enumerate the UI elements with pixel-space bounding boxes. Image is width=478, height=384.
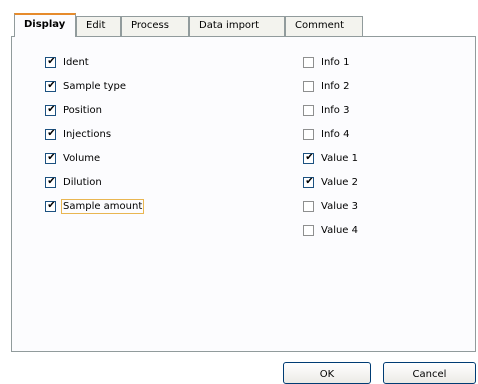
option-position[interactable]: ✔ Position: [45, 103, 104, 117]
display-tab-panel: ✔ Ident ✔ Sample type ✔ Position ✔ Injec…: [11, 36, 476, 352]
value-4-checkbox[interactable]: [303, 224, 314, 236]
option-info-2[interactable]: Info 2: [303, 79, 351, 93]
check-mark-icon: ✔: [305, 175, 314, 187]
sample-type-label: Sample type: [63, 80, 127, 92]
value-1-label: Value 1: [321, 152, 359, 164]
option-info-4[interactable]: Info 4: [303, 127, 351, 141]
value-2-label: Value 2: [321, 176, 359, 188]
info-3-label: Info 3: [321, 104, 350, 116]
tab-process[interactable]: Process: [121, 16, 189, 36]
sample-amount-label: Sample amount: [61, 198, 145, 214]
dilution-label: Dilution: [63, 176, 102, 188]
info-4-label: Info 4: [321, 128, 350, 140]
option-sample-type[interactable]: ✔ Sample type: [45, 79, 128, 93]
option-value-4[interactable]: Value 4: [303, 223, 360, 237]
option-dilution[interactable]: ✔ Dilution: [45, 175, 104, 189]
value-2-checkbox[interactable]: ✔: [303, 175, 314, 188]
value-3-label: Value 3: [321, 200, 359, 212]
sample-type-checkbox[interactable]: ✔: [45, 79, 56, 92]
tab-edit[interactable]: Edit: [76, 16, 121, 36]
volume-checkbox[interactable]: ✔: [45, 151, 56, 164]
check-mark-icon: ✔: [47, 175, 56, 187]
check-mark-icon: ✔: [47, 151, 56, 163]
info-1-label: Info 1: [321, 56, 350, 68]
check-mark-icon: ✔: [47, 55, 56, 67]
info-1-checkbox[interactable]: [303, 56, 314, 68]
option-info-3[interactable]: Info 3: [303, 103, 351, 117]
option-info-1[interactable]: Info 1: [303, 55, 351, 69]
info-2-label: Info 2: [321, 80, 350, 92]
check-mark-icon: ✔: [47, 79, 56, 91]
check-mark-icon: ✔: [47, 103, 56, 115]
info-3-checkbox[interactable]: [303, 104, 314, 116]
option-sample-amount[interactable]: ✔ Sample amount: [45, 198, 145, 214]
tab-display[interactable]: Display: [14, 13, 76, 37]
ok-button[interactable]: OK: [283, 362, 371, 384]
option-value-1[interactable]: ✔ Value 1: [303, 151, 360, 165]
check-mark-icon: ✔: [47, 199, 56, 211]
tab-comment[interactable]: Comment: [285, 16, 363, 36]
value-4-label: Value 4: [321, 224, 359, 236]
ident-checkbox[interactable]: ✔: [45, 55, 56, 68]
option-ident[interactable]: ✔ Ident: [45, 55, 91, 69]
dilution-checkbox[interactable]: ✔: [45, 175, 56, 188]
injections-label: Injections: [63, 128, 112, 140]
check-mark-icon: ✔: [47, 127, 56, 139]
options-dialog: Display Edit Process Data import Comment…: [0, 0, 478, 384]
option-volume[interactable]: ✔ Volume: [45, 151, 102, 165]
option-value-2[interactable]: ✔ Value 2: [303, 175, 360, 189]
injections-checkbox[interactable]: ✔: [45, 127, 56, 140]
cancel-button[interactable]: Cancel: [383, 362, 476, 384]
sample-amount-checkbox[interactable]: ✔: [45, 199, 56, 212]
option-injections[interactable]: ✔ Injections: [45, 127, 113, 141]
option-value-3[interactable]: Value 3: [303, 199, 360, 213]
value-1-checkbox[interactable]: ✔: [303, 151, 314, 164]
ident-label: Ident: [63, 56, 89, 68]
value-3-checkbox[interactable]: [303, 200, 314, 212]
info-2-checkbox[interactable]: [303, 80, 314, 92]
info-4-checkbox[interactable]: [303, 128, 314, 140]
tab-data-import[interactable]: Data import: [189, 16, 285, 36]
position-checkbox[interactable]: ✔: [45, 103, 56, 116]
check-mark-icon: ✔: [305, 151, 314, 163]
volume-label: Volume: [63, 152, 101, 164]
position-label: Position: [63, 104, 102, 116]
